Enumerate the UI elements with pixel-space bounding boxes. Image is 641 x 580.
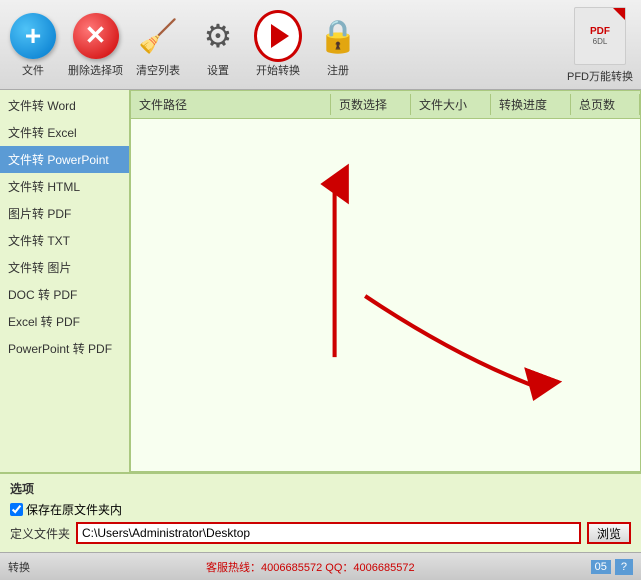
delete-label: 删除选择项 (68, 62, 123, 78)
register-button[interactable]: 🔒 注册 (313, 12, 363, 78)
settings-label: 设置 (207, 62, 229, 78)
bottom-options: 选项 保存在原文件夹内 定义文件夹 浏览 (0, 472, 641, 552)
start-convert-button[interactable]: 开始转换 (253, 12, 303, 78)
delete-button[interactable]: ✕ 删除选择项 (68, 12, 123, 78)
pdf-logo-label: PFD万能转换 (567, 68, 633, 84)
status-right: 05 ? (591, 559, 633, 575)
save-original-option[interactable]: 保存在原文件夹内 (10, 501, 122, 518)
save-original-checkbox[interactable] (10, 503, 23, 516)
file-table: 文件路径 页数选择 文件大小 转换进度 总页数 (130, 90, 641, 472)
main-content: 文件转 Word 文件转 Excel 文件转 PowerPoint 文件转 HT… (0, 90, 641, 472)
sidebar-item-img2pdf[interactable]: 图片转 PDF (0, 200, 129, 227)
th-filepath: 文件路径 (131, 94, 331, 115)
path-input[interactable] (76, 522, 581, 544)
start-label: 开始转换 (256, 62, 300, 78)
clear-label: 清空列表 (136, 62, 180, 78)
register-label: 注册 (327, 62, 349, 78)
path-label: 定义文件夹 (10, 525, 70, 542)
annotation-arrow (131, 119, 640, 472)
th-page: 页数选择 (331, 94, 411, 115)
browse-button[interactable]: 浏览 (587, 522, 631, 544)
sidebar-item-txt[interactable]: 文件转 TXT (0, 227, 129, 254)
th-size: 文件大小 (411, 94, 491, 115)
gear-icon: ⚙ (195, 13, 241, 59)
sidebar-item-word[interactable]: 文件转 Word (0, 92, 129, 119)
sidebar-item-excel2pdf[interactable]: Excel 转 PDF (0, 308, 129, 335)
path-row: 定义文件夹 浏览 (10, 522, 631, 544)
settings-button[interactable]: ⚙ 设置 (193, 12, 243, 78)
toolbar: + 文件 ✕ 删除选择项 🧹 清空列表 ⚙ 设置 开始转换 🔒 注册 (0, 0, 641, 90)
add-icon: + (10, 13, 56, 59)
sidebar: 文件转 Word 文件转 Excel 文件转 PowerPoint 文件转 HT… (0, 90, 130, 472)
delete-icon: ✕ (73, 13, 119, 59)
sidebar-item-powerpoint[interactable]: 文件转 PowerPoint (0, 146, 129, 173)
table-body (131, 119, 640, 472)
statusbar: 转换 客服热线：4006685572 QQ：4006685572 05 ? (0, 552, 641, 580)
sidebar-item-excel[interactable]: 文件转 Excel (0, 119, 129, 146)
options-title: 选项 (10, 480, 631, 497)
status-page-num: 05 (591, 560, 611, 574)
start-icon (254, 10, 302, 62)
pdf-logo: PDF 6DL PFD万能转换 (567, 6, 633, 84)
sidebar-item-ppt2pdf[interactable]: PowerPoint 转 PDF (0, 335, 129, 362)
lock-icon: 🔒 (315, 13, 361, 59)
status-convert-label: 转换 (8, 559, 30, 575)
th-total: 总页数 (571, 94, 640, 115)
th-progress: 转换进度 (491, 94, 571, 115)
add-file-button[interactable]: + 文件 (8, 12, 58, 78)
save-option-row: 保存在原文件夹内 (10, 501, 631, 518)
add-file-label: 文件 (22, 62, 44, 78)
sidebar-item-img[interactable]: 文件转 图片 (0, 254, 129, 281)
sidebar-item-html[interactable]: 文件转 HTML (0, 173, 129, 200)
pdf-logo-icon: PDF 6DL (572, 6, 628, 66)
clear-button[interactable]: 🧹 清空列表 (133, 12, 183, 78)
broom-icon: 🧹 (135, 13, 181, 59)
help-button[interactable]: ? (615, 559, 633, 575)
status-hotline: 客服热线：4006685572 QQ：4006685572 (206, 559, 415, 575)
table-header: 文件路径 页数选择 文件大小 转换进度 总页数 (131, 91, 640, 119)
sidebar-item-doc2pdf[interactable]: DOC 转 PDF (0, 281, 129, 308)
